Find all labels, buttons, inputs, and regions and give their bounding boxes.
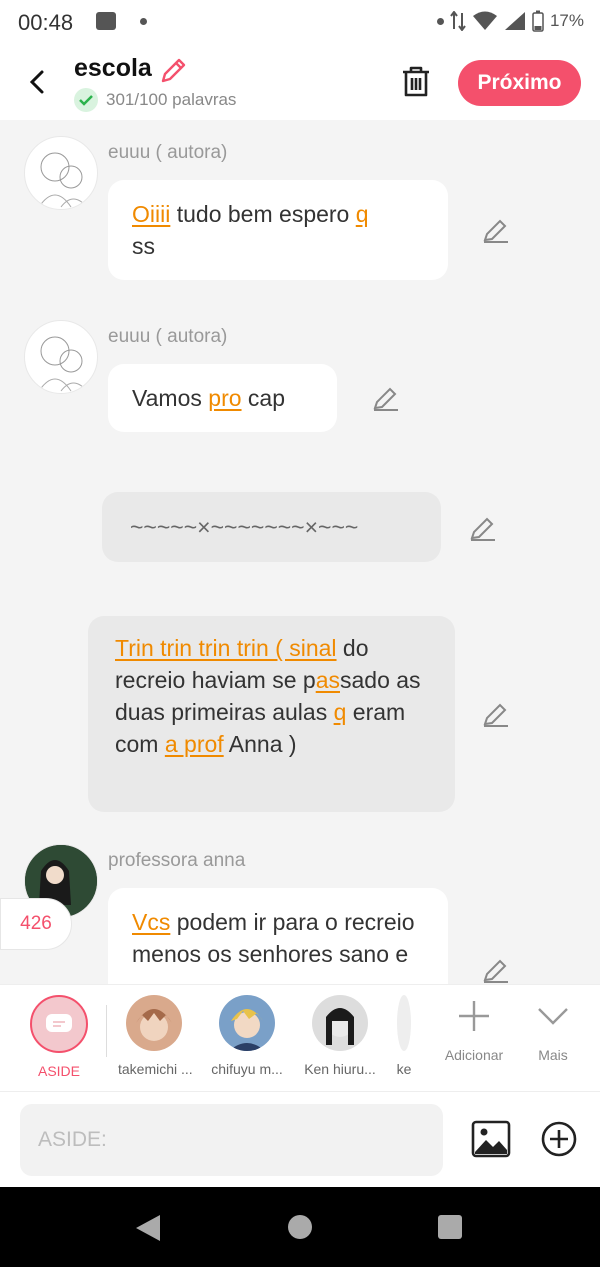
edit-pencil-icon[interactable] <box>482 216 510 244</box>
notification-dot-icon <box>140 18 147 25</box>
highlighted-word: as <box>315 667 340 693</box>
character-aside[interactable]: ASIDE <box>30 995 88 1079</box>
avatar <box>312 995 368 1051</box>
avatar[interactable] <box>24 136 98 210</box>
system-nav-bar <box>0 1187 600 1267</box>
highlighted-word: q <box>333 699 347 725</box>
character-label: chifuyu m... <box>211 1061 283 1077</box>
battery-percent: 17% <box>549 11 584 30</box>
character-name: professora anna <box>108 850 246 871</box>
aside-chat-icon <box>30 995 88 1053</box>
trash-icon[interactable] <box>400 64 432 98</box>
nav-back-icon[interactable] <box>136 1215 160 1241</box>
character-name: euuu ( autora) <box>108 326 228 347</box>
avatar[interactable] <box>24 320 98 394</box>
character-ken-hiuru[interactable]: Ken hiuru... <box>300 995 380 1077</box>
input-bar <box>0 1091 600 1187</box>
story-title[interactable]: escola <box>74 54 152 83</box>
nav-recents-icon[interactable] <box>438 1215 462 1239</box>
next-button[interactable]: Próximo <box>458 60 581 106</box>
message-text-part: cap <box>241 385 286 411</box>
add-circle-icon[interactable] <box>541 1121 577 1157</box>
character-partial[interactable]: ke <box>394 995 414 1077</box>
status-indicators: 17% <box>436 10 584 32</box>
notification-dot-icon <box>436 17 444 25</box>
highlighted-word: Vcs <box>132 909 171 935</box>
signal-icon <box>504 12 525 30</box>
message-text-part: ~~~~~×~~~~~~~×~~~ <box>130 514 359 540</box>
message-text: Oiiii tudo bem espero q ss <box>132 201 369 259</box>
highlighted-word: Oiiii <box>132 201 171 227</box>
narration-bubble[interactable]: ~~~~~×~~~~~~~×~~~ <box>102 492 441 562</box>
character-label: takemichi ... <box>118 1061 193 1077</box>
character-label: ke <box>396 1061 412 1077</box>
add-character-button[interactable]: Adicionar <box>442 999 506 1063</box>
edit-pencil-icon[interactable] <box>469 514 497 542</box>
more-label: Mais <box>538 1047 568 1063</box>
avatar <box>126 995 182 1051</box>
character-takemichi[interactable]: takemichi ... <box>118 995 193 1077</box>
data-arrows-icon <box>450 11 466 31</box>
message-bubble[interactable]: Oiiii tudo bem espero q ss <box>108 180 448 280</box>
message-text-part: ss <box>132 233 155 259</box>
highlighted-word: Trin trin trin trin ( sinal <box>115 635 337 661</box>
chevron-down-icon <box>538 1008 568 1025</box>
edit-pencil-icon[interactable] <box>372 384 400 412</box>
character-label: ASIDE <box>37 1063 80 1079</box>
character-selector: ASIDE takemichi ... chifuyu m... Ken hiu… <box>0 984 600 1091</box>
status-bar: 00:48 17% <box>0 0 600 44</box>
avatar <box>397 995 411 1051</box>
narration-bubble[interactable]: Trin trin trin trin ( sinal do recreio h… <box>88 616 455 812</box>
nav-home-icon[interactable] <box>288 1215 312 1239</box>
highlighted-word: pro <box>208 385 242 411</box>
message-bubble[interactable]: Vamos pro cap <box>108 364 337 432</box>
edit-pencil-icon[interactable] <box>482 700 510 728</box>
message-text-part: Anna ) <box>223 731 297 757</box>
avatar <box>219 995 275 1051</box>
plus-icon <box>459 1001 489 1031</box>
word-count: 301/100 palavras <box>74 88 236 112</box>
edit-title-pencil-icon[interactable] <box>158 56 188 86</box>
battery-icon <box>532 10 544 32</box>
add-label: Adicionar <box>444 1047 504 1063</box>
word-count-text: 301/100 palavras <box>106 90 237 109</box>
message-count-badge[interactable]: 426 <box>0 898 72 950</box>
editor-header: escola 301/100 palavras Próximo <box>0 44 600 120</box>
back-arrow-icon[interactable] <box>22 62 54 102</box>
status-time: 00:48 <box>18 10 74 35</box>
message-text-part: podem ir para o recreio menos os senhore… <box>132 909 415 967</box>
edit-pencil-icon[interactable] <box>482 956 510 984</box>
chat-area: euuu ( autora) Oiiii tudo bem espero q s… <box>0 120 600 984</box>
message-input[interactable] <box>20 1104 443 1176</box>
message-text-part: Vamos <box>132 385 209 411</box>
message-bubble[interactable]: Vcs podem ir para o recreio menos os sen… <box>108 888 448 984</box>
more-button[interactable]: Mais <box>532 999 574 1063</box>
check-icon <box>74 88 98 112</box>
highlighted-word: a prof <box>164 731 224 757</box>
divider <box>106 1005 107 1057</box>
highlighted-word: q <box>355 201 369 227</box>
gallery-notification-icon <box>96 12 116 30</box>
character-name: euuu ( autora) <box>108 142 228 163</box>
message-text-part: tudo bem espero <box>170 201 356 227</box>
image-icon[interactable] <box>471 1120 511 1158</box>
character-label: Ken hiuru... <box>304 1061 376 1077</box>
wifi-icon <box>472 11 497 30</box>
character-chifuyu[interactable]: chifuyu m... <box>206 995 288 1077</box>
